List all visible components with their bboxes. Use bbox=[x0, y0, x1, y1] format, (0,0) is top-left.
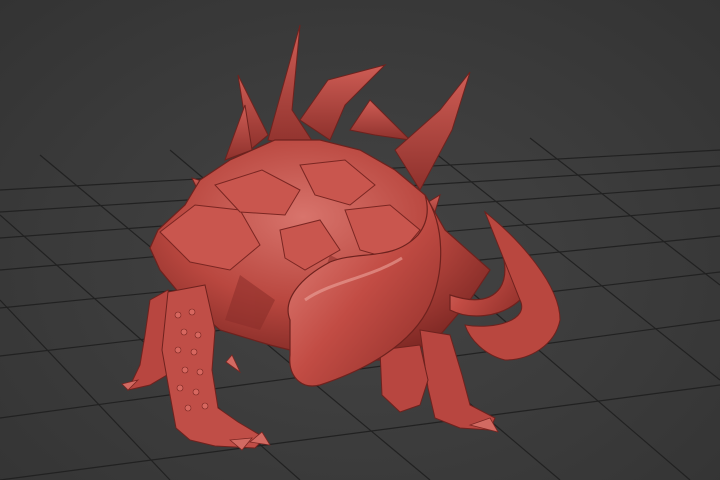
3d-viewport[interactable] bbox=[0, 0, 720, 480]
front-right-leg bbox=[379, 344, 429, 413]
viewport-canvas[interactable] bbox=[0, 0, 720, 480]
creature-model[interactable] bbox=[121, 24, 561, 451]
